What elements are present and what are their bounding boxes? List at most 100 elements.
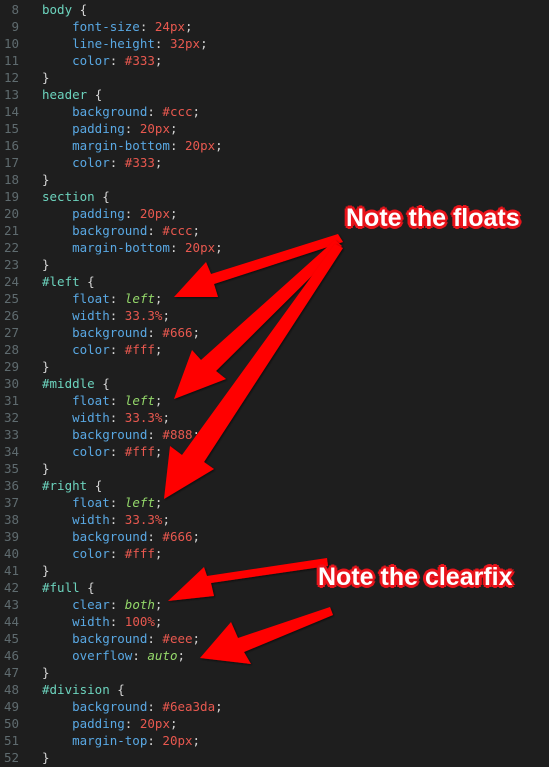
line-number: 42 xyxy=(3,580,19,595)
code-token: : xyxy=(109,155,125,170)
code-token: px xyxy=(177,733,193,748)
code-text[interactable]: padding: 20px; xyxy=(42,120,177,137)
code-text[interactable]: #left { xyxy=(42,273,95,290)
code-token: : xyxy=(124,206,140,221)
code-token: ; xyxy=(154,597,163,612)
code-token: { xyxy=(79,2,88,17)
line-number: 39 xyxy=(3,529,19,544)
code-token: : xyxy=(124,716,140,731)
code-text[interactable]: background: #ccc; xyxy=(42,103,200,120)
code-token: ; xyxy=(154,155,163,170)
code-text[interactable]: color: #333; xyxy=(42,154,162,171)
code-text[interactable]: } xyxy=(42,256,50,273)
arrow-to-right-float xyxy=(164,244,343,499)
code-text[interactable]: background: #888; xyxy=(42,426,200,443)
code-token: left xyxy=(124,393,155,408)
code-token: { xyxy=(117,682,125,697)
code-token: : xyxy=(147,223,163,238)
code-text[interactable]: } xyxy=(42,358,50,375)
code-token: 20 xyxy=(139,121,155,136)
code-token: #333 xyxy=(124,155,155,170)
code-token: float xyxy=(42,393,110,408)
line-number: 38 xyxy=(3,512,19,527)
code-text[interactable]: background: #666; xyxy=(42,528,200,545)
code-token: px xyxy=(154,121,170,136)
code-token: } xyxy=(42,359,50,374)
code-text[interactable]: line-height: 32px; xyxy=(42,35,208,52)
code-text[interactable]: margin-bottom: 20px; xyxy=(42,239,223,256)
code-text[interactable]: body { xyxy=(42,1,87,18)
code-text[interactable]: #right { xyxy=(42,477,102,494)
code-token: : xyxy=(109,512,125,527)
line-number: 20 xyxy=(3,206,19,221)
code-text[interactable]: header { xyxy=(42,86,102,103)
line-number: 23 xyxy=(3,257,19,272)
code-editor[interactable]: 8 body {9 font-size: 24px; 10 line-height:… xyxy=(0,0,549,767)
line-number: 11 xyxy=(3,53,19,68)
code-token: } xyxy=(42,563,50,578)
code-text[interactable]: } xyxy=(42,562,50,579)
code-text[interactable]: width: 100%; xyxy=(42,613,162,630)
code-text[interactable]: } xyxy=(42,69,50,86)
code-token: { xyxy=(94,478,103,493)
code-text[interactable]: background: #eee; xyxy=(42,630,200,647)
code-text[interactable]: color: #fff; xyxy=(42,443,162,460)
code-token: width xyxy=(42,410,110,425)
code-text[interactable]: #middle { xyxy=(42,375,110,392)
code-token: % xyxy=(147,614,155,629)
line-number: 44 xyxy=(3,614,19,629)
code-text[interactable]: background: #6ea3da; xyxy=(42,698,223,715)
code-token: float xyxy=(42,291,110,306)
code-text[interactable]: #full { xyxy=(42,579,95,596)
line-number: 28 xyxy=(3,342,19,357)
code-text[interactable]: width: 33.3%; xyxy=(42,409,170,426)
code-token: color xyxy=(42,546,110,561)
code-token: ; xyxy=(192,427,201,442)
line-number: 45 xyxy=(3,631,19,646)
code-text[interactable]: float: left; xyxy=(42,494,162,511)
code-text[interactable]: margin-top: 20px; xyxy=(42,732,200,749)
code-text[interactable]: width: 33.3%; xyxy=(42,307,170,324)
code-token: ; xyxy=(154,53,163,68)
code-text[interactable]: float: left; xyxy=(42,290,162,307)
code-text[interactable]: width: 33.3%; xyxy=(42,511,170,528)
code-token: ; xyxy=(215,240,223,255)
code-token: px xyxy=(200,138,216,153)
code-text[interactable]: padding: 20px; xyxy=(42,715,177,732)
code-text[interactable]: background: #ccc; xyxy=(42,222,200,239)
code-text[interactable]: float: left; xyxy=(42,392,162,409)
code-token: : xyxy=(109,546,125,561)
code-text[interactable]: background: #666; xyxy=(42,324,200,341)
code-text[interactable]: padding: 20px; xyxy=(42,205,177,222)
code-token: : xyxy=(132,648,148,663)
code-text[interactable]: } xyxy=(42,171,50,188)
code-text[interactable]: color: #fff; xyxy=(42,545,162,562)
code-token: #6ea3da xyxy=(162,699,216,714)
code-token: : xyxy=(109,444,125,459)
code-text[interactable]: color: #333; xyxy=(42,52,162,69)
code-token: 20 xyxy=(139,206,155,221)
code-token: ; xyxy=(154,495,163,510)
arrow-to-clear-both xyxy=(168,558,328,601)
code-token: px xyxy=(154,716,170,731)
code-token: } xyxy=(42,70,50,85)
code-text[interactable]: } xyxy=(42,460,50,477)
code-text[interactable]: } xyxy=(42,664,50,681)
code-text[interactable]: color: #fff; xyxy=(42,341,162,358)
code-token: px xyxy=(185,36,201,51)
code-token: #division xyxy=(42,682,118,697)
line-number: 10 xyxy=(3,36,19,51)
code-token: 32 xyxy=(169,36,186,51)
code-token: ; xyxy=(185,19,193,34)
code-text[interactable]: } xyxy=(42,749,50,766)
line-number: 12 xyxy=(3,70,19,85)
code-text[interactable]: margin-bottom: 20px; xyxy=(42,137,223,154)
line-number: 26 xyxy=(3,308,19,323)
code-text[interactable]: #division { xyxy=(42,681,125,698)
line-number: 21 xyxy=(3,223,19,238)
code-text[interactable]: section { xyxy=(42,188,110,205)
code-text[interactable]: clear: both; xyxy=(42,596,162,613)
code-text[interactable]: font-size: 24px; xyxy=(42,18,193,35)
code-text[interactable]: overflow: auto; xyxy=(42,647,185,664)
code-token: padding xyxy=(42,206,125,221)
